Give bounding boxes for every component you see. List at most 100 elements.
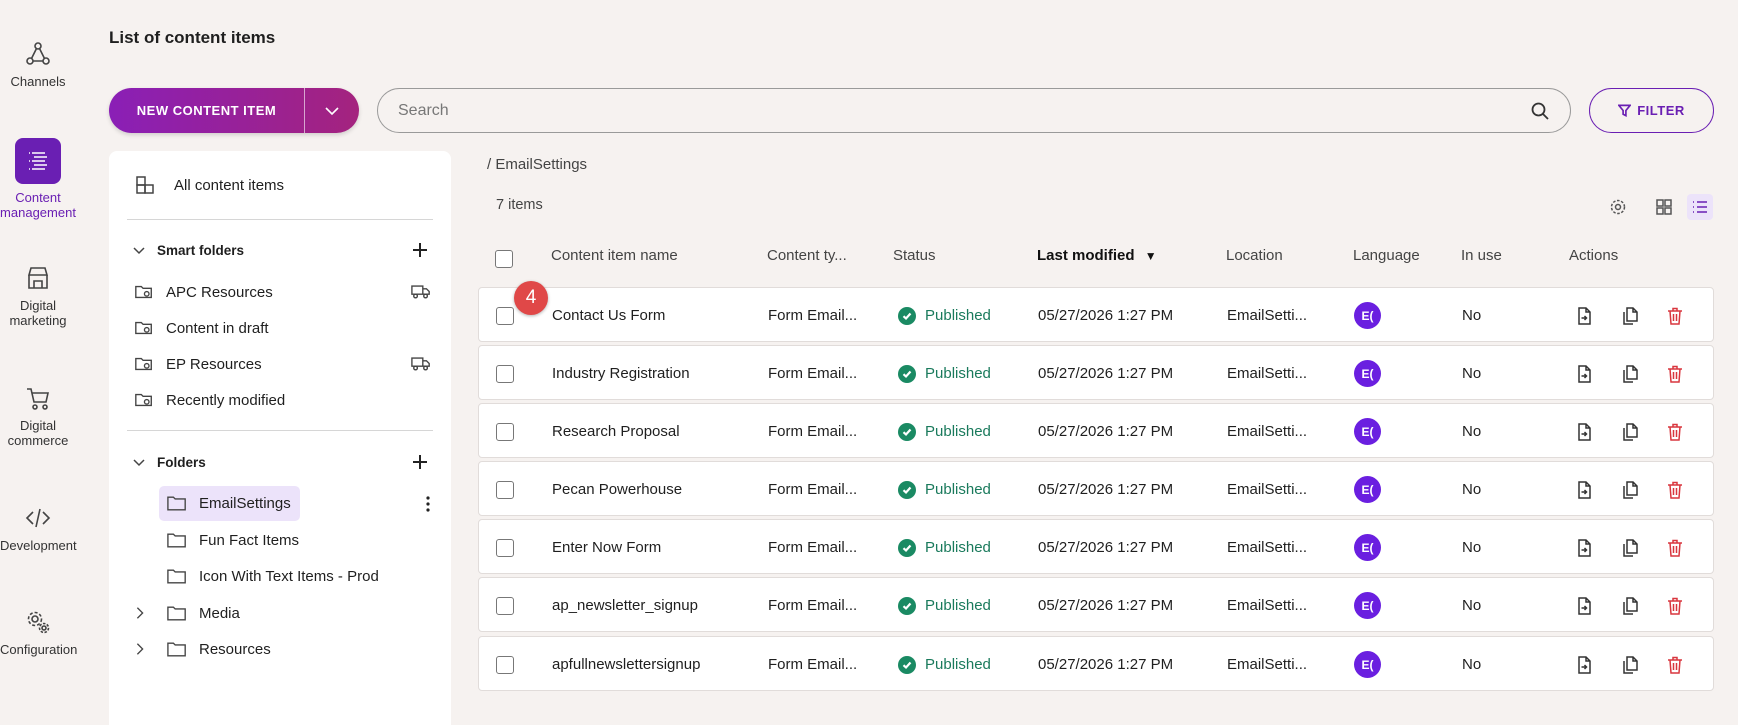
chevron-right-icon[interactable] <box>133 606 147 620</box>
smart-folder-item[interactable]: Content in draft <box>134 316 269 340</box>
divider <box>127 219 433 220</box>
content-item-name[interactable]: apfullnewslettersignup <box>552 637 700 692</box>
add-smart-folder-button[interactable] <box>411 241 429 259</box>
duplicate-action-button[interactable] <box>1620 288 1640 343</box>
nav-content-management[interactable]: Content management <box>0 138 76 220</box>
column-header-status[interactable]: Status <box>893 247 936 264</box>
column-header-location[interactable]: Location <box>1226 247 1283 264</box>
folder-item[interactable]: Resources <box>133 637 271 661</box>
smart-folder-item[interactable]: Recently modified <box>134 388 285 412</box>
folder-label: Media <box>199 604 240 622</box>
table-row[interactable]: Pecan Powerhouse Form Email... Published… <box>478 461 1714 516</box>
column-settings-button[interactable] <box>1605 194 1631 220</box>
open-action-button[interactable] <box>1574 288 1594 343</box>
delete-action-button[interactable] <box>1665 404 1685 459</box>
duplicate-action-button[interactable] <box>1620 578 1640 633</box>
row-checkbox[interactable] <box>496 637 514 692</box>
row-checkbox[interactable] <box>496 462 514 517</box>
delete-action-button[interactable] <box>1665 578 1685 633</box>
duplicate-action-button[interactable] <box>1620 637 1640 692</box>
search-icon[interactable] <box>1530 101 1550 121</box>
open-action-button[interactable] <box>1574 637 1594 692</box>
smart-folder-label: Content in draft <box>166 319 269 337</box>
smart-folders-toggle[interactable]: Smart folders <box>131 239 244 261</box>
nav-channels[interactable]: Channels <box>0 40 76 89</box>
check-circle-icon <box>898 538 916 557</box>
content-item-name[interactable]: ap_newsletter_signup <box>552 578 698 633</box>
table-row[interactable]: Enter Now Form Form Email... Published 0… <box>478 519 1714 574</box>
nav-configuration[interactable]: Configuration <box>0 608 77 657</box>
row-checkbox[interactable] <box>496 404 514 459</box>
status-badge: Published <box>898 578 991 633</box>
column-header-in-use[interactable]: In use <box>1461 247 1502 264</box>
row-checkbox[interactable] <box>496 288 514 343</box>
content-item-name[interactable]: Contact Us Form <box>552 288 665 343</box>
delete-action-button[interactable] <box>1665 288 1685 343</box>
table-row[interactable]: ap_newsletter_signup Form Email... Publi… <box>478 577 1714 632</box>
delete-action-button[interactable] <box>1665 462 1685 517</box>
more-options-icon[interactable] <box>425 494 433 514</box>
nav-digital-commerce[interactable]: Digital commerce <box>0 384 76 448</box>
nav-development[interactable]: Development <box>0 504 77 553</box>
folders-header: Folders <box>157 454 206 470</box>
gears-icon <box>24 608 52 636</box>
content-item-name[interactable]: Research Proposal <box>552 404 680 459</box>
duplicate-action-button[interactable] <box>1620 520 1640 575</box>
open-action-button[interactable] <box>1574 404 1594 459</box>
nav-label: Development <box>0 538 77 553</box>
filter-label: FILTER <box>1637 103 1685 118</box>
language: E( <box>1354 578 1381 633</box>
column-header-type[interactable]: Content ty... <box>767 247 847 264</box>
item-count: 7 items <box>496 197 543 213</box>
open-action-button[interactable] <box>1574 578 1594 633</box>
filter-button[interactable]: FILTER <box>1589 88 1714 133</box>
row-checkbox[interactable] <box>496 520 514 575</box>
open-action-button[interactable] <box>1574 346 1594 401</box>
folders-toggle[interactable]: Folders <box>131 451 206 473</box>
search-input[interactable] <box>398 101 1530 120</box>
grid-view-button[interactable] <box>1651 194 1677 220</box>
smart-folder-item[interactable]: EP Resources <box>134 352 262 376</box>
folder-item[interactable]: Media <box>133 601 240 625</box>
duplicate-action-button[interactable] <box>1620 462 1640 517</box>
open-action-button[interactable] <box>1574 520 1594 575</box>
table-row[interactable]: apfullnewslettersignup Form Email... Pub… <box>478 636 1714 691</box>
delete-action-button[interactable] <box>1665 637 1685 692</box>
add-folder-button[interactable] <box>411 453 429 471</box>
status-badge: Published <box>898 462 991 517</box>
duplicate-icon <box>1623 364 1638 383</box>
duplicate-action-button[interactable] <box>1620 346 1640 401</box>
table-row[interactable]: Contact Us Form Form Email... Published … <box>478 287 1714 342</box>
content-item-name[interactable]: Industry Registration <box>552 346 690 401</box>
open-action-button[interactable] <box>1574 462 1594 517</box>
nav-digital-marketing[interactable]: Digital marketing <box>0 264 76 328</box>
delete-action-button[interactable] <box>1665 520 1685 575</box>
last-modified: 05/27/2026 1:27 PM <box>1038 539 1174 556</box>
column-header-language[interactable]: Language <box>1353 247 1420 264</box>
content-type: Form Email... <box>768 423 858 440</box>
row-checkbox[interactable] <box>496 346 514 401</box>
content-item-name[interactable]: Pecan Powerhouse <box>552 462 682 517</box>
list-view-button[interactable] <box>1687 194 1713 220</box>
column-header-name[interactable]: Content item name <box>551 247 678 264</box>
folder-item-selected[interactable]: EmailSettings <box>159 486 300 521</box>
status-label: Published <box>925 423 991 440</box>
language-avatar: E( <box>1354 360 1381 387</box>
delete-action-button[interactable] <box>1665 346 1685 401</box>
content-item-name[interactable]: Enter Now Form <box>552 520 661 575</box>
duplicate-icon <box>1623 538 1638 557</box>
chevron-right-icon[interactable] <box>133 642 147 656</box>
folder-tree-panel: All content items Smart folders APC Reso… <box>109 151 451 725</box>
folder-item[interactable]: Icon With Text Items - Prod <box>167 564 379 588</box>
duplicate-action-button[interactable] <box>1620 404 1640 459</box>
smart-folder-item[interactable]: APC Resources <box>134 280 273 304</box>
folder-item[interactable]: Fun Fact Items <box>167 528 299 552</box>
new-item-dropdown-button[interactable] <box>305 100 359 122</box>
table-row[interactable]: Research Proposal Form Email... Publishe… <box>478 403 1714 458</box>
all-content-items[interactable]: All content items <box>134 173 284 197</box>
select-all-checkbox[interactable] <box>495 250 513 272</box>
column-header-last-modified[interactable]: Last modified ▼ <box>1037 247 1157 264</box>
row-checkbox[interactable] <box>496 578 514 633</box>
new-content-item-button[interactable]: NEW CONTENT ITEM <box>109 103 304 118</box>
table-row[interactable]: Industry Registration Form Email... Publ… <box>478 345 1714 400</box>
